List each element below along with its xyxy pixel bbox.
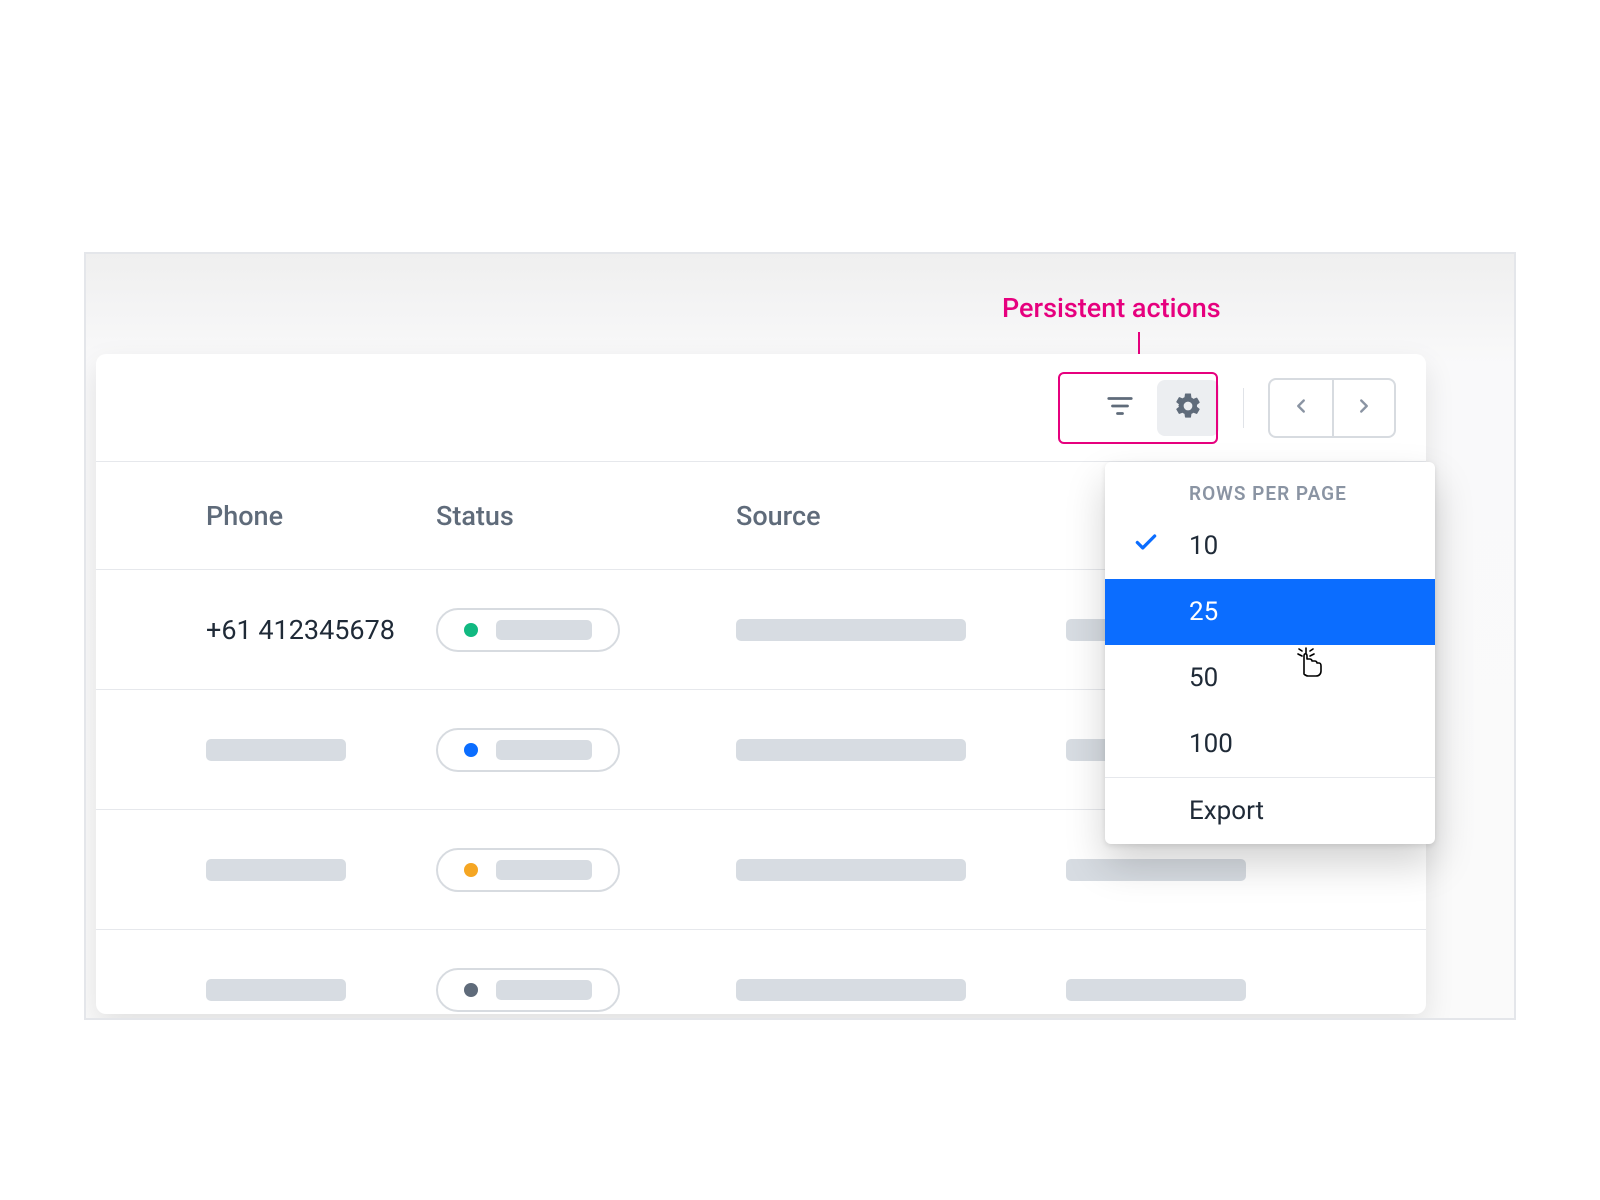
- column-header-status[interactable]: Status: [426, 500, 726, 532]
- prev-page-button[interactable]: [1270, 380, 1332, 436]
- placeholder-bar: [206, 979, 346, 1001]
- menu-item-label: 10: [1189, 531, 1218, 561]
- cell-source: [726, 979, 1056, 1001]
- chevron-right-icon: [1353, 395, 1375, 421]
- cell-phone: [96, 859, 426, 881]
- cell-status: [426, 608, 726, 652]
- menu-item-rows-100[interactable]: 100: [1105, 711, 1435, 777]
- placeholder-bar: [736, 739, 966, 761]
- placeholder-bar: [496, 980, 592, 1000]
- placeholder-bar: [206, 859, 346, 881]
- cell-source: [726, 739, 1056, 761]
- placeholder-bar: [206, 739, 346, 761]
- filter-button[interactable]: [1089, 380, 1151, 436]
- menu-item-export[interactable]: Export: [1105, 778, 1435, 844]
- cell-source: [726, 619, 1056, 641]
- menu-item-label: 50: [1189, 663, 1218, 693]
- cell-status: [426, 848, 726, 892]
- filter-icon: [1105, 391, 1135, 425]
- cell-extra: [1056, 979, 1316, 1001]
- cell-phone: [96, 979, 426, 1001]
- table-row[interactable]: [96, 930, 1426, 1020]
- status-pill: [436, 968, 620, 1012]
- cell-status: [426, 968, 726, 1012]
- persistent-actions-group: [1089, 380, 1219, 436]
- menu-section-header: ROWS PER PAGE: [1105, 462, 1435, 513]
- status-dot-icon: [464, 863, 478, 877]
- menu-item-rows-25[interactable]: 25: [1105, 579, 1435, 645]
- table-toolbar: [96, 354, 1426, 462]
- cell-extra: [1056, 859, 1316, 881]
- cell-source: [726, 859, 1056, 881]
- menu-item-label: 25: [1189, 597, 1218, 627]
- chevron-left-icon: [1290, 395, 1312, 421]
- status-pill: [436, 848, 620, 892]
- placeholder-bar: [736, 619, 966, 641]
- placeholder-bar: [496, 740, 592, 760]
- status-dot-icon: [464, 743, 478, 757]
- placeholder-bar: [496, 860, 592, 880]
- placeholder-bar: [736, 979, 966, 1001]
- placeholder-bar: [496, 620, 592, 640]
- placeholder-bar: [1066, 859, 1246, 881]
- example-stage: Persistent actions: [84, 252, 1516, 1020]
- cell-phone: [96, 739, 426, 761]
- menu-item-rows-10[interactable]: 10: [1105, 513, 1435, 579]
- cell-status: [426, 728, 726, 772]
- settings-dropdown-menu: ROWS PER PAGE 10 25 50 100 Export: [1105, 462, 1435, 844]
- annotation-label: Persistent actions: [1002, 292, 1221, 324]
- placeholder-bar: [1066, 979, 1246, 1001]
- column-header-phone[interactable]: Phone: [96, 500, 426, 532]
- placeholder-bar: [736, 859, 966, 881]
- toolbar-divider: [1243, 388, 1244, 428]
- status-dot-icon: [464, 983, 478, 997]
- menu-item-label: Export: [1189, 796, 1264, 826]
- check-icon: [1133, 530, 1159, 563]
- settings-button[interactable]: [1157, 380, 1219, 436]
- next-page-button[interactable]: [1332, 380, 1394, 436]
- status-dot-icon: [464, 623, 478, 637]
- pagination-group: [1268, 378, 1396, 438]
- cell-phone: +61 412345678: [96, 614, 426, 646]
- menu-item-label: 100: [1189, 729, 1233, 759]
- menu-item-rows-50[interactable]: 50: [1105, 645, 1435, 711]
- gear-icon: [1173, 391, 1203, 425]
- status-pill: [436, 728, 620, 772]
- status-pill: [436, 608, 620, 652]
- column-header-source[interactable]: Source: [726, 500, 1056, 532]
